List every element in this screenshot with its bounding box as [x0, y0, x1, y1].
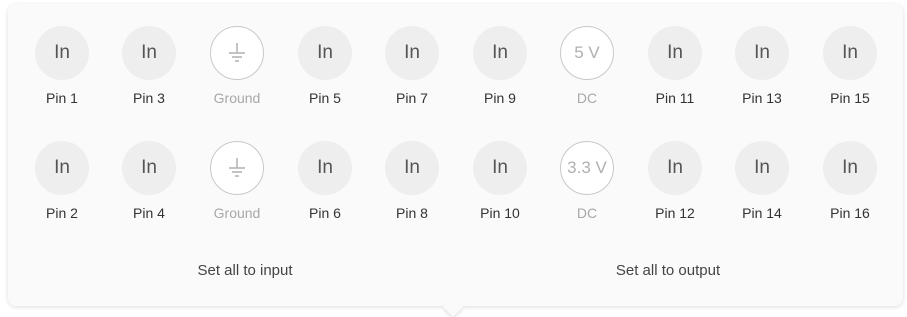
pin-cell: In Pin 13 — [727, 26, 797, 106]
pin-16-label: Pin 16 — [830, 205, 870, 221]
pin-12-label: Pin 12 — [655, 205, 695, 221]
pin-cell: In Pin 12 — [640, 141, 710, 221]
pin-11-mode-button[interactable]: In — [648, 26, 702, 80]
pin-row-even: In Pin 2 In Pin 4 Ground In Pin 6 In Pin… — [0, 141, 907, 231]
pin-cell: In Pin 4 — [114, 141, 184, 221]
ground-label: Ground — [213, 90, 261, 106]
pin-11-label: Pin 11 — [655, 90, 695, 106]
ground-label: Ground — [213, 205, 261, 221]
pin-13-mode-button[interactable]: In — [735, 26, 789, 80]
power-cell: 5 V DC — [552, 26, 622, 106]
pin-8-label: Pin 8 — [396, 205, 428, 221]
pin-10-label: Pin 10 — [480, 205, 520, 221]
ground-icon — [210, 141, 264, 195]
pin-cell: In Pin 7 — [377, 26, 447, 106]
pin-6-label: Pin 6 — [309, 205, 341, 221]
pin-14-label: Pin 14 — [742, 205, 782, 221]
pin-cell: In Pin 14 — [727, 141, 797, 221]
pin-cell: In Pin 11 — [640, 26, 710, 106]
ground-icon — [210, 26, 264, 80]
pin-2-label: Pin 2 — [46, 205, 78, 221]
pin-10-mode-button[interactable]: In — [473, 141, 527, 195]
pin-6-mode-button[interactable]: In — [298, 141, 352, 195]
pin-4-mode-button[interactable]: In — [122, 141, 176, 195]
pin-3-mode-button[interactable]: In — [122, 26, 176, 80]
pin-cell: In Pin 8 — [377, 141, 447, 221]
pin-14-mode-button[interactable]: In — [735, 141, 789, 195]
dc-label: DC — [576, 90, 598, 106]
pin-cell: In Pin 16 — [815, 141, 885, 221]
pin-5-label: Pin 5 — [309, 90, 341, 106]
power-5v-indicator: 5 V — [560, 26, 614, 80]
pin-15-mode-button[interactable]: In — [823, 26, 877, 80]
power-cell: 3.3 V DC — [552, 141, 622, 221]
pin-13-label: Pin 13 — [742, 90, 782, 106]
pin-15-label: Pin 15 — [830, 90, 870, 106]
ground-cell: Ground — [202, 141, 272, 221]
pin-8-mode-button[interactable]: In — [385, 141, 439, 195]
pin-12-mode-button[interactable]: In — [648, 141, 702, 195]
pin-2-mode-button[interactable]: In — [35, 141, 89, 195]
pin-row-odd: In Pin 1 In Pin 3 Ground In Pin 5 In Pin… — [0, 26, 907, 116]
pin-4-label: Pin 4 — [133, 205, 165, 221]
pin-9-mode-button[interactable]: In — [473, 26, 527, 80]
pin-5-mode-button[interactable]: In — [298, 26, 352, 80]
pin-cell: In Pin 6 — [290, 141, 360, 221]
set-all-output-button[interactable]: Set all to output — [616, 262, 720, 279]
pin-cell: In Pin 2 — [27, 141, 97, 221]
pin-9-label: Pin 9 — [484, 90, 516, 106]
pin-1-mode-button[interactable]: In — [35, 26, 89, 80]
pin-cell: In Pin 9 — [465, 26, 535, 106]
power-3v3-indicator: 3.3 V — [560, 141, 614, 195]
pin-7-label: Pin 7 — [396, 90, 428, 106]
ground-cell: Ground — [202, 26, 272, 106]
set-all-input-button[interactable]: Set all to input — [197, 262, 292, 279]
pin-16-mode-button[interactable]: In — [823, 141, 877, 195]
pin-cell: In Pin 3 — [114, 26, 184, 106]
pin-cell: In Pin 1 — [27, 26, 97, 106]
pin-cell: In Pin 15 — [815, 26, 885, 106]
dc-label: DC — [576, 205, 598, 221]
pin-1-label: Pin 1 — [46, 90, 78, 106]
pin-cell: In Pin 10 — [465, 141, 535, 221]
pin-7-mode-button[interactable]: In — [385, 26, 439, 80]
pin-3-label: Pin 3 — [133, 90, 165, 106]
pin-cell: In Pin 5 — [290, 26, 360, 106]
